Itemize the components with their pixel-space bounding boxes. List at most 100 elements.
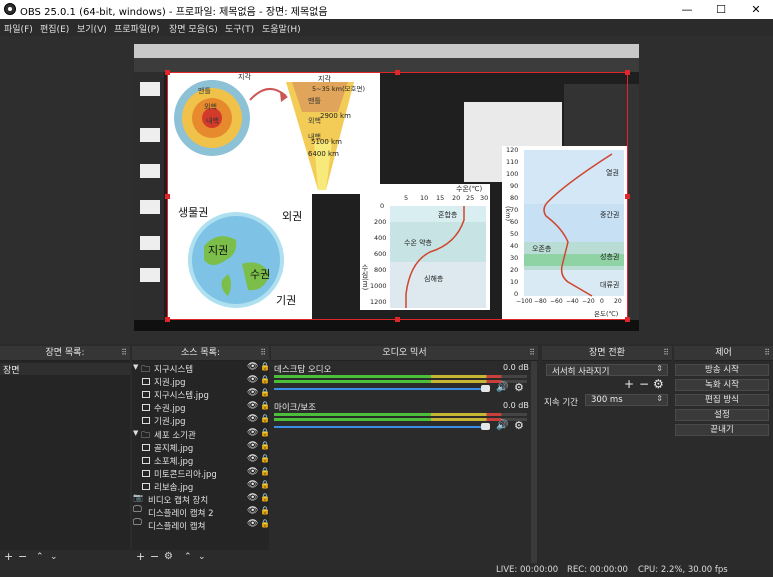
move-down-icon[interactable]: ⌄ (50, 550, 58, 564)
visibility-eye-icon[interactable]: 👁 (247, 401, 258, 411)
menu-tools[interactable]: 도구(T) (225, 22, 254, 35)
visibility-eye-icon[interactable]: 👁 (247, 519, 258, 529)
remove-icon[interactable]: − (150, 550, 159, 564)
lock-icon[interactable]: 🔒 (260, 506, 270, 515)
visibility-eye-icon[interactable]: 👁 (247, 493, 258, 503)
source-item[interactable]: 골지체.jpg 👁 🔒 (132, 441, 271, 454)
gear-icon[interactable]: ⚙ (514, 419, 524, 432)
lock-icon[interactable]: 🔒 (260, 414, 270, 423)
source-item[interactable]: 📷 비디오 캡쳐 장치 👁 🔒 (132, 493, 271, 506)
dock-menu-icon[interactable]: ⠿ (260, 346, 266, 360)
visibility-eye-icon[interactable]: 👁 (247, 467, 258, 477)
source-item[interactable]: 기권.jpg 👁 🔒 (132, 414, 271, 427)
resize-handle[interactable] (165, 194, 170, 199)
dock-menu-icon[interactable]: ⠿ (121, 346, 127, 360)
lock-icon[interactable]: 🔒 (260, 401, 270, 410)
maximize-button[interactable]: ☐ (704, 0, 738, 19)
sources-list[interactable]: ▼ 🗀 지구시스템 👁 🔒 지권.jpg 👁 🔒 지구시스템.jpg 👁 🔒 수권.jpg 👁 🔒 기권.j… (132, 361, 271, 550)
lock-icon[interactable]: 🔒 (260, 428, 270, 437)
transition-select[interactable]: 서서히 사라지기 ⇕ (546, 364, 668, 377)
start-streaming-button[interactable]: 방송 시작 (675, 364, 769, 376)
dock-menu-icon[interactable]: ⠿ (529, 346, 535, 360)
gear-icon[interactable]: ⚙ (514, 381, 524, 394)
speaker-icon[interactable]: 🔊 (496, 382, 508, 393)
dock-menu-icon[interactable]: ⠿ (663, 346, 669, 360)
duration-spinbox[interactable]: 300 ms ⇕ (585, 394, 668, 406)
scenes-header: 장면 목록: ⠿ (0, 346, 130, 361)
source-item[interactable]: 🖵 디스플레이 캡쳐 2 👁 🔒 (132, 505, 271, 519)
menu-profile[interactable]: 프로파일(P) (114, 22, 160, 35)
menu-file[interactable]: 파일(F) (4, 22, 33, 35)
source-group[interactable]: ▼ 🗀 지구시스템 👁 🔒 (132, 362, 271, 375)
selection-box[interactable] (167, 72, 628, 320)
visibility-eye-icon[interactable]: 👁 (247, 414, 258, 424)
volume-slider-track[interactable] (274, 426, 489, 428)
mixer-scrollbar[interactable] (531, 361, 537, 563)
resize-handle[interactable] (625, 194, 630, 199)
lock-icon[interactable]: 🔒 (260, 467, 270, 476)
scene-item[interactable]: 장면 (0, 363, 130, 376)
settings-button[interactable]: 설정 (675, 409, 769, 421)
exit-button[interactable]: 끝내기 (675, 424, 769, 436)
add-icon[interactable]: + (136, 550, 145, 564)
lock-icon[interactable]: 🔒 (260, 454, 270, 463)
volume-slider-handle[interactable] (481, 385, 490, 392)
expand-triangle-icon[interactable]: ▼ (133, 363, 138, 371)
menu-view[interactable]: 보기(V) (77, 22, 107, 35)
visibility-eye-icon[interactable]: 👁 (247, 428, 258, 438)
visibility-eye-icon[interactable]: 👁 (247, 388, 258, 398)
volume-slider-track[interactable] (274, 388, 489, 390)
source-item[interactable]: 🖵 디스플레이 캡쳐 👁 🔒 (132, 518, 271, 532)
close-button[interactable]: ✕ (739, 0, 773, 19)
lock-icon[interactable]: 🔒 (260, 519, 270, 528)
visibility-eye-icon[interactable]: 👁 (247, 375, 258, 385)
move-down-icon[interactable]: ⌄ (198, 550, 206, 564)
lock-icon[interactable]: 🔒 (260, 480, 270, 489)
add-icon[interactable]: + (4, 550, 13, 564)
lock-icon[interactable]: 🔒 (260, 441, 270, 450)
resize-handle[interactable] (395, 70, 400, 75)
volume-slider-handle[interactable] (481, 423, 490, 430)
visibility-eye-icon[interactable]: 👁 (247, 362, 258, 372)
expand-triangle-icon[interactable]: ▼ (133, 429, 138, 437)
visibility-eye-icon[interactable]: 👁 (247, 454, 258, 464)
minimize-button[interactable]: — (670, 0, 704, 19)
resize-handle[interactable] (625, 317, 630, 322)
source-group[interactable]: ▼ 🗀 세포 소기관 👁 🔒 (132, 428, 271, 441)
speaker-icon[interactable]: 🔊 (496, 420, 508, 431)
scenes-list[interactable]: 장면 (0, 361, 130, 550)
resize-handle[interactable] (395, 317, 400, 322)
source-item[interactable]: 소포체.jpg 👁 🔒 (132, 454, 271, 467)
menu-scene-collection[interactable]: 장면 모음(S) (169, 22, 218, 35)
add-icon[interactable]: + (624, 377, 634, 391)
lock-icon[interactable]: 🔒 (260, 362, 270, 371)
lock-icon[interactable]: 🔒 (260, 375, 270, 384)
menu-edit[interactable]: 편집(E) (40, 22, 69, 35)
visibility-eye-icon[interactable]: 👁 (247, 506, 258, 516)
resize-handle[interactable] (165, 317, 170, 322)
start-recording-button[interactable]: 녹화 시작 (675, 379, 769, 391)
menu-bar: 파일(F) 편집(E) 보기(V) 프로파일(P) 장면 모음(S) 도구(T)… (0, 19, 773, 36)
preview-canvas[interactable]: 맨틀 외핵 내핵 지각 지각 5~35 km(모호면) 맨틀 외핵 내핵 290… (134, 44, 639, 331)
gear-icon[interactable]: ⚙ (164, 550, 173, 564)
lock-icon[interactable]: 🔒 (260, 388, 270, 397)
gear-icon[interactable]: ⚙ (653, 377, 664, 391)
studio-mode-button[interactable]: 편집 방식 (675, 394, 769, 406)
move-up-icon[interactable]: ⌃ (36, 550, 44, 564)
visibility-eye-icon[interactable]: 👁 (247, 441, 258, 451)
dock-menu-icon[interactable]: ⠿ (764, 346, 770, 360)
menu-help[interactable]: 도움말(H) (262, 22, 301, 35)
visibility-eye-icon[interactable]: 👁 (247, 480, 258, 490)
remove-icon[interactable]: − (18, 550, 27, 564)
resize-handle[interactable] (165, 70, 170, 75)
remove-icon[interactable]: − (639, 377, 649, 391)
lock-icon[interactable]: 🔒 (260, 493, 270, 502)
source-item[interactable]: 수권.jpg 👁 🔒 (132, 401, 271, 414)
status-bar: LIVE: 00:00:00 REC: 00:00:00 CPU: 2.2%, … (0, 564, 773, 577)
source-item[interactable]: 지구시스템.jpg 👁 🔒 (132, 388, 271, 401)
move-up-icon[interactable]: ⌃ (184, 550, 192, 564)
source-item[interactable]: 지권.jpg 👁 🔒 (132, 375, 271, 388)
resize-handle[interactable] (625, 70, 630, 75)
source-item[interactable]: 미토콘드리아.jpg 👁 🔒 (132, 467, 271, 480)
source-item[interactable]: 리보솜.jpg 👁 🔒 (132, 480, 271, 493)
